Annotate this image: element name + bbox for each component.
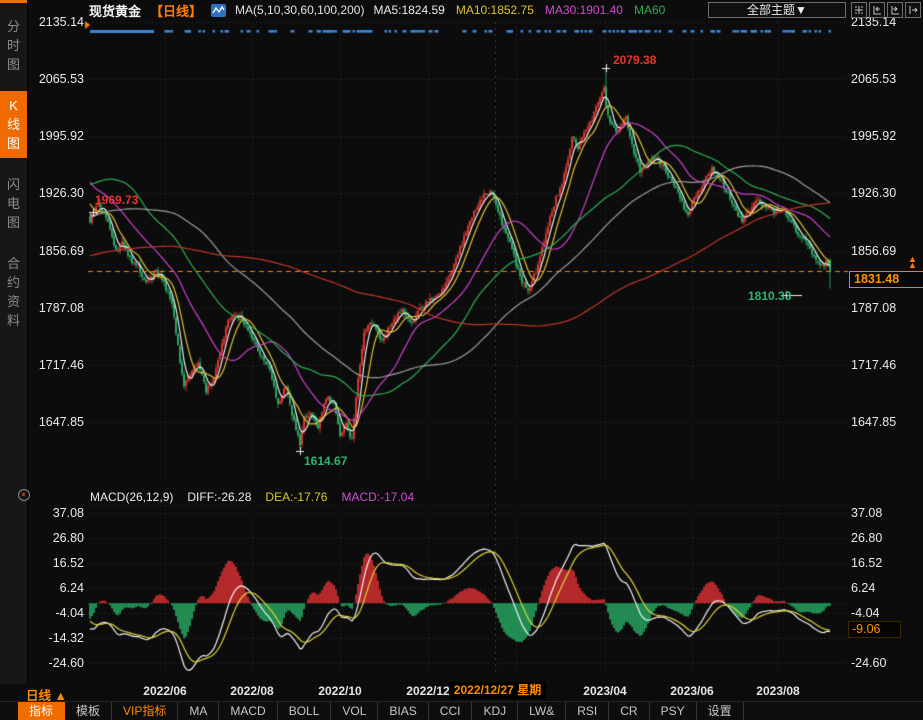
period-tag: 【日线】 xyxy=(150,1,202,20)
y-axis-label: 2065.53 xyxy=(29,72,84,86)
macd-current-chip: -9.06 xyxy=(848,621,901,638)
sidebar-accent-bar xyxy=(0,0,27,3)
sidebar-item-label: 合约资料 xyxy=(7,254,21,330)
x-axis-label: 2023/06 xyxy=(670,684,713,698)
sidebar-item-timeshare-chart[interactable]: 分时图 xyxy=(0,12,27,79)
y-axis-label: 1995.92 xyxy=(851,129,906,143)
ma-legend-value: MA30:1901.40 xyxy=(545,3,623,17)
indicator-tab-LW&[interactable]: LW& xyxy=(518,702,566,720)
sidebar-item-label: 闪电图 xyxy=(7,175,21,232)
y-axis-label: 1787.08 xyxy=(29,301,84,315)
indicator-tab-设置[interactable]: 设置 xyxy=(697,702,744,720)
y-axis-label: 2135.14 xyxy=(29,15,84,29)
indicator-tab-指标[interactable]: 指标 xyxy=(18,702,65,720)
macd-header: MACD(26,12,9) DIFF:-26.28 DEA:-17.76 MAC… xyxy=(90,490,414,504)
indicator-tab-VIP指标[interactable]: VIP指标 xyxy=(112,702,178,720)
indicator-tab-MA[interactable]: MA xyxy=(178,702,219,720)
macd-hist-value: MACD:-17.04 xyxy=(341,490,414,504)
indicator-tab-模板[interactable]: 模板 xyxy=(65,702,112,720)
indicator-tab-CCI[interactable]: CCI xyxy=(429,702,473,720)
y-axis-label: 1856.69 xyxy=(29,244,84,258)
indicator-tab-PSY[interactable]: PSY xyxy=(650,702,697,720)
annotation-left-high: 1969.73 xyxy=(95,193,138,207)
macd-axis-label: 26.80 xyxy=(851,531,906,545)
y-axis-label: 1926.30 xyxy=(29,186,84,200)
y-axis-label: 1647.85 xyxy=(29,415,84,429)
macd-axis-label: -14.32 xyxy=(29,631,84,645)
line-chart-icon xyxy=(211,4,226,17)
ma-legend-value: MA10:1852.75 xyxy=(456,3,534,17)
y-axis-label: 1717.46 xyxy=(851,358,906,372)
indicator-tab-MACD[interactable]: MACD xyxy=(219,702,277,720)
y-axis-label: 1995.92 xyxy=(29,129,84,143)
zoom-x-out-icon[interactable] xyxy=(887,2,903,18)
indicator-tab-BOLL[interactable]: BOLL xyxy=(278,702,332,720)
macd-axis-label: 37.08 xyxy=(29,506,84,520)
sidebar-item-kline-chart[interactable]: K线图 xyxy=(0,91,27,158)
sidebar-item-contract-info[interactable]: 合约资料 xyxy=(0,249,27,335)
zoom-x-in-icon[interactable] xyxy=(869,2,885,18)
ma-legend-value: MA5:1824.59 xyxy=(373,3,444,17)
latest-price-chip: 1831.48 xyxy=(849,271,923,288)
kline-macd-chart-canvas[interactable] xyxy=(0,0,923,720)
symbol-name: 现货黄金 xyxy=(89,1,141,20)
ma-legend: MA5:1824.59 MA10:1852.75 MA30:1901.40 MA60 xyxy=(373,3,665,17)
indicator-tab-KDJ[interactable]: KDJ xyxy=(472,702,518,720)
indicator-tab-bar: 指标模板VIP指标MAMACDBOLLVOLBIASCCIKDJLW&RSICR… xyxy=(0,701,923,720)
indicator-tab-RSI[interactable]: RSI xyxy=(566,702,609,720)
pane-shift-right-icon[interactable] xyxy=(905,2,921,18)
annotation-window-low: 1614.67 xyxy=(304,454,347,468)
price-up-arrows-icon: ▲▲ xyxy=(908,256,917,268)
x-axis-label: 2022/10 xyxy=(318,684,361,698)
x-axis-label: 2023/04 xyxy=(583,684,626,698)
annotation-window-high: 2079.38 xyxy=(613,53,656,67)
x-axis-label: 2022/08 xyxy=(230,684,273,698)
macd-axis-label: 26.80 xyxy=(29,531,84,545)
y-axis-label: 1787.08 xyxy=(851,301,906,315)
crosshair-date-tooltip: 2022/12/27 星期二 xyxy=(449,682,546,699)
y-axis-label: 1647.85 xyxy=(851,415,906,429)
x-axis-label: 2022/06 xyxy=(143,684,186,698)
macd-axis-label: -24.60 xyxy=(29,656,84,670)
macd-axis-label: -4.04 xyxy=(851,606,906,620)
left-sidebar: 分时图 K线图 闪电图 合约资料 xyxy=(0,0,28,684)
sidebar-item-label: K线图 xyxy=(7,96,21,153)
indicator-settings-icon[interactable] xyxy=(18,489,30,501)
sidebar-item-label: 分时图 xyxy=(7,17,21,74)
y-axis-label: 1856.69 xyxy=(851,244,906,258)
annotation-recent-low: 1810.33 xyxy=(748,289,791,303)
macd-axis-label: 37.08 xyxy=(851,506,906,520)
macd-axis-label: -24.60 xyxy=(851,656,906,670)
indicator-tab-VOL[interactable]: VOL xyxy=(331,702,378,720)
x-axis-label: 2022/12 xyxy=(406,684,449,698)
macd-diff-value: DIFF:-26.28 xyxy=(187,490,251,504)
ma-legend-value: MA60 xyxy=(634,3,665,17)
ma-settings-label: MA(5,10,30,60,100,200) xyxy=(235,3,364,17)
chart-header: 现货黄金 【日线】 MA(5,10,30,60,100,200) MA5:182… xyxy=(89,1,665,19)
y-axis-label: 1717.46 xyxy=(29,358,84,372)
theme-dropdown-button[interactable]: 全部主题▼ xyxy=(708,2,846,18)
y-axis-label: 1926.30 xyxy=(851,186,906,200)
chart-toolbar xyxy=(851,2,921,18)
macd-dea-value: DEA:-17.76 xyxy=(265,490,327,504)
indicator-tab-CR[interactable]: CR xyxy=(609,702,649,720)
x-axis-label: 2023/08 xyxy=(756,684,799,698)
macd-axis-label: 6.24 xyxy=(29,581,84,595)
macd-axis-label: 16.52 xyxy=(29,556,84,570)
macd-axis-label: 16.52 xyxy=(851,556,906,570)
y-axis-label: 2065.53 xyxy=(851,72,906,86)
macd-axis-label: 6.24 xyxy=(851,581,906,595)
macd-name: MACD(26,12,9) xyxy=(90,490,173,504)
macd-axis-label: -4.04 xyxy=(29,606,84,620)
crosshair-tool-icon[interactable] xyxy=(851,2,867,18)
indicator-tab-BIAS[interactable]: BIAS xyxy=(378,702,428,720)
sidebar-item-lightning-chart[interactable]: 闪电图 xyxy=(0,170,27,237)
